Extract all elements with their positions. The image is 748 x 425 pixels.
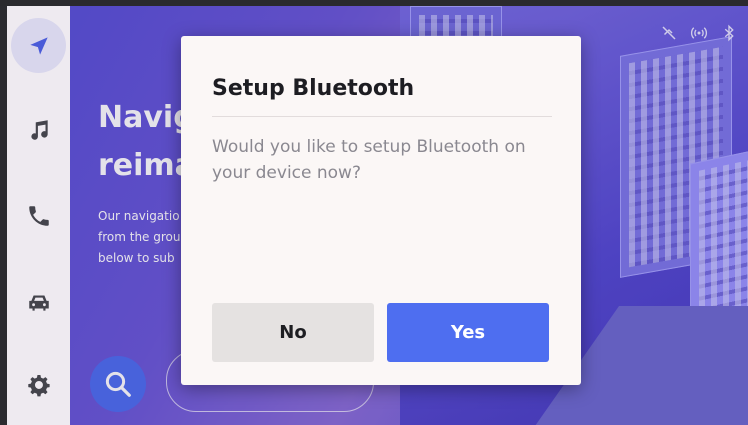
navigation-arrow-icon	[29, 36, 48, 55]
sidebar-item-music[interactable]	[11, 102, 66, 157]
dialog-title: Setup Bluetooth	[212, 76, 415, 101]
car-icon	[28, 295, 49, 311]
bezel	[0, 6, 7, 425]
yes-button[interactable]: Yes	[387, 303, 549, 362]
gear-icon	[27, 374, 50, 396]
dialog-message: Would you like to setup Bluetooth on you…	[212, 137, 526, 183]
sidebar-item-navigation[interactable]	[11, 18, 66, 73]
sidebar-item-phone[interactable]	[11, 188, 66, 243]
no-button[interactable]: No	[212, 303, 374, 362]
music-note-icon	[30, 119, 48, 140]
sidebar-item-vehicle[interactable]	[11, 274, 66, 329]
bluetooth-setup-dialog: Setup Bluetooth Would you like to setup …	[181, 36, 581, 385]
sidebar	[7, 6, 70, 425]
phone-icon	[28, 205, 49, 226]
dialog-divider	[212, 116, 552, 117]
sidebar-item-settings[interactable]	[11, 358, 66, 413]
